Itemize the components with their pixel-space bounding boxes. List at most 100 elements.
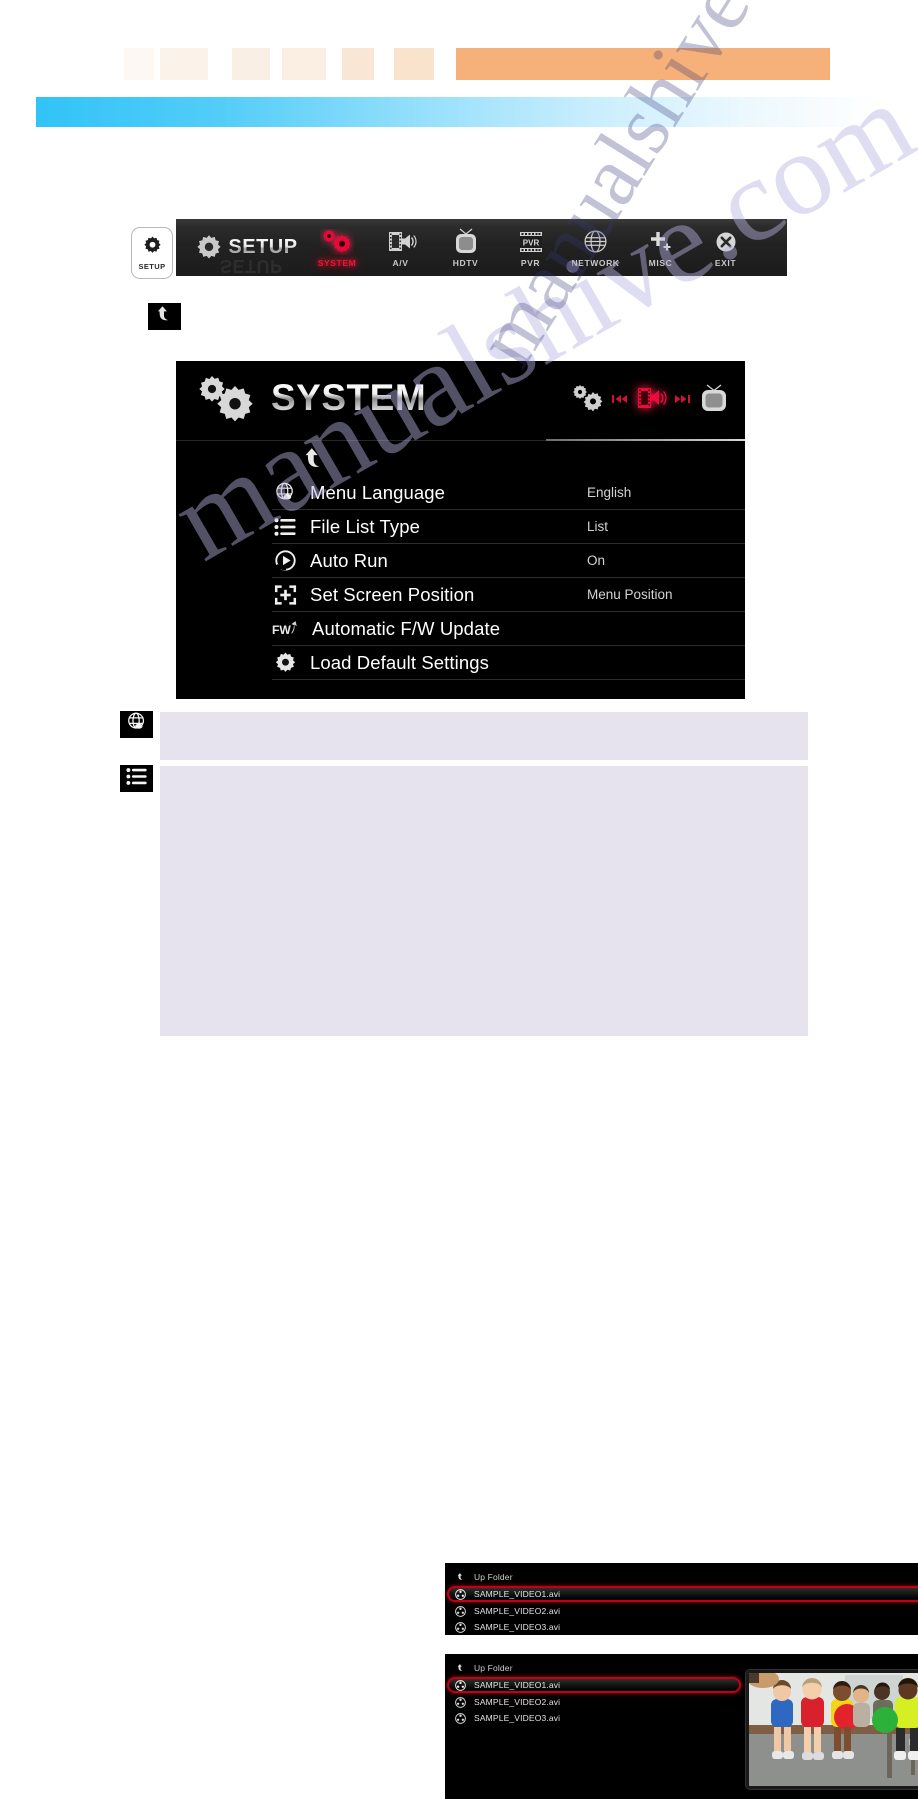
- nav-item-av[interactable]: A/V: [368, 219, 433, 276]
- menu-value-cell[interactable]: [565, 646, 745, 680]
- setup-chip[interactable]: SETUP: [131, 227, 173, 279]
- screen-position-icon: [272, 584, 299, 606]
- film-reel-icon: [454, 1712, 467, 1724]
- menu-label-cell: Menu Language: [272, 476, 565, 510]
- osd-header-nav: [571, 383, 731, 418]
- prev-arrow-icon[interactable]: [612, 392, 627, 410]
- menu-row-file-list-type[interactable]: File List Type List: [272, 510, 745, 544]
- globe-language-icon: [126, 711, 148, 738]
- decorative-block-0: [124, 48, 154, 80]
- film-reel-icon: [454, 1621, 467, 1633]
- video-preview-thumbnail[interactable]: [746, 1670, 918, 1789]
- menu-value-cell[interactable]: On: [565, 544, 745, 578]
- menu-label: Load Default Settings: [310, 651, 489, 673]
- menu-value: English: [587, 485, 632, 500]
- nav-item-network-label: NETWORK: [571, 257, 620, 268]
- menu-value: On: [587, 553, 606, 568]
- pvr-film-icon: PVR: [517, 228, 545, 256]
- file-row-up-folder[interactable]: Up Folder: [445, 1660, 745, 1676]
- nav-item-list: SETUP SETUP SYSTEM A/V HDTV PVR PVR NETW…: [176, 219, 787, 276]
- menu-row-load-default-settings[interactable]: Load Default Settings: [272, 646, 745, 680]
- globe-language-icon: [272, 481, 299, 504]
- nav-item-pvr[interactable]: PVR PVR: [498, 219, 563, 276]
- menu-label-cell: Auto Run: [272, 544, 565, 578]
- menu-label: Auto Run: [310, 549, 388, 571]
- nav-item-hdtv[interactable]: HDTV: [433, 219, 498, 276]
- up-folder-chip[interactable]: [148, 303, 181, 330]
- film-reel-icon: [454, 1696, 467, 1708]
- file-row-selected[interactable]: SAMPLE_VIDEO1.avi: [447, 1677, 741, 1693]
- file-row[interactable]: SAMPLE_VIDEO2.avi: [445, 1603, 918, 1619]
- decorative-block-6: [456, 48, 830, 80]
- file-name: Up Folder: [474, 1572, 513, 1582]
- file-row[interactable]: SAMPLE_VIDEO3.avi: [445, 1710, 745, 1726]
- nav-item-exit[interactable]: EXIT: [693, 219, 758, 276]
- menu-label-cell: File List Type: [272, 510, 565, 544]
- osd-header-underline: [546, 439, 745, 441]
- menu-label-cell: FW Automatic F/W Update: [272, 612, 565, 646]
- nav-item-system[interactable]: SYSTEM: [306, 219, 368, 276]
- setup-chip-label: SETUP: [138, 262, 166, 271]
- hdtv-icon[interactable]: [697, 383, 731, 418]
- osd-back-arrow[interactable]: [301, 446, 329, 477]
- setup-navigation-bar: SETUP SETUP SYSTEM A/V HDTV PVR PVR NETW…: [176, 219, 787, 276]
- decorative-color-blocks: [0, 48, 918, 80]
- nav-item-setup[interactable]: SETUP SETUP: [186, 219, 306, 276]
- menu-row-auto-run[interactable]: Auto Run On: [272, 544, 745, 578]
- menu-row-automatic-fw-update[interactable]: FW Automatic F/W Update: [272, 612, 745, 646]
- decorative-block-5: [394, 48, 434, 80]
- file-row[interactable]: SAMPLE_VIDEO3.avi: [445, 1619, 918, 1635]
- file-row-up-folder[interactable]: Up Folder: [445, 1569, 918, 1585]
- nav-item-misc-label: MISC: [648, 257, 673, 268]
- osd-header: SYSTEM: [176, 361, 745, 441]
- file-row-list: Up Folder SAMPLE_VIDEO1.avi SAMPLE_VIDEO…: [445, 1654, 745, 1726]
- menu-value-cell[interactable]: List: [565, 510, 745, 544]
- double-gear-icon: [320, 228, 354, 256]
- av-icon[interactable]: [634, 384, 668, 417]
- setup-gears-icon[interactable]: [571, 384, 605, 417]
- svg-text:PVR: PVR: [522, 238, 539, 247]
- nav-item-network[interactable]: NETWORK: [563, 219, 628, 276]
- system-osd-panel: SYSTEM Menu Language English File List T…: [176, 361, 745, 699]
- film-reel-icon: [454, 1605, 467, 1617]
- content-panel-file-list-type: Up Folder SAMPLE_VIDEO1.avi SAMPLE_VIDEO…: [160, 766, 918, 1799]
- file-name: SAMPLE_VIDEO1.avi: [474, 1589, 561, 1599]
- file-name: Up Folder: [474, 1663, 513, 1673]
- svg-text:FW: FW: [272, 622, 291, 636]
- return-arrow-icon: [154, 304, 176, 329]
- decorative-block-3: [282, 48, 326, 80]
- globe-wire-icon: [582, 228, 609, 256]
- file-row-list: Up Folder SAMPLE_VIDEO1.avi SAMPLE_VIDEO…: [445, 1563, 918, 1635]
- gear-icon: [142, 235, 163, 261]
- nav-item-hdtv-label: HDTV: [452, 257, 479, 268]
- double-gear-icon: [192, 373, 264, 436]
- next-arrow-icon[interactable]: [675, 392, 690, 410]
- decorative-block-2: [232, 48, 270, 80]
- preview-image: [749, 1673, 918, 1786]
- menu-value: List: [587, 519, 609, 534]
- file-name: SAMPLE_VIDEO3.avi: [474, 1622, 561, 1632]
- menu-value-cell[interactable]: [565, 612, 745, 646]
- film-speaker-icon: [385, 228, 417, 256]
- file-row[interactable]: SAMPLE_VIDEO2.avi: [445, 1694, 745, 1710]
- list-icon-badge: [120, 765, 153, 792]
- file-row-selected[interactable]: SAMPLE_VIDEO1.avi: [447, 1586, 918, 1602]
- decorative-blue-band: [36, 97, 880, 127]
- file-name: SAMPLE_VIDEO2.avi: [474, 1606, 561, 1616]
- menu-value-cell[interactable]: Menu Position: [565, 578, 745, 612]
- menu-label-cell: Set Screen Position: [272, 578, 565, 612]
- menu-row-menu-language[interactable]: Menu Language English: [272, 476, 745, 510]
- film-reel-icon: [454, 1588, 467, 1600]
- menu-label: File List Type: [310, 515, 421, 537]
- nav-item-system-label: SYSTEM: [317, 257, 357, 268]
- list-icon: [272, 517, 299, 537]
- tv-icon: [451, 228, 481, 256]
- nav-item-pvr-label: PVR: [520, 257, 541, 268]
- menu-value-cell[interactable]: English: [565, 476, 745, 510]
- nav-item-misc[interactable]: MISC: [628, 219, 693, 276]
- play-circle-icon: [272, 549, 299, 572]
- file-browser-thumbnail-mode: Up Folder SAMPLE_VIDEO1.avi SAMPLE_VIDEO…: [445, 1654, 918, 1799]
- globe-language-icon-badge: [120, 711, 153, 738]
- menu-row-set-screen-position[interactable]: Set Screen Position Menu Position: [272, 578, 745, 612]
- file-name: SAMPLE_VIDEO1.avi: [474, 1680, 561, 1690]
